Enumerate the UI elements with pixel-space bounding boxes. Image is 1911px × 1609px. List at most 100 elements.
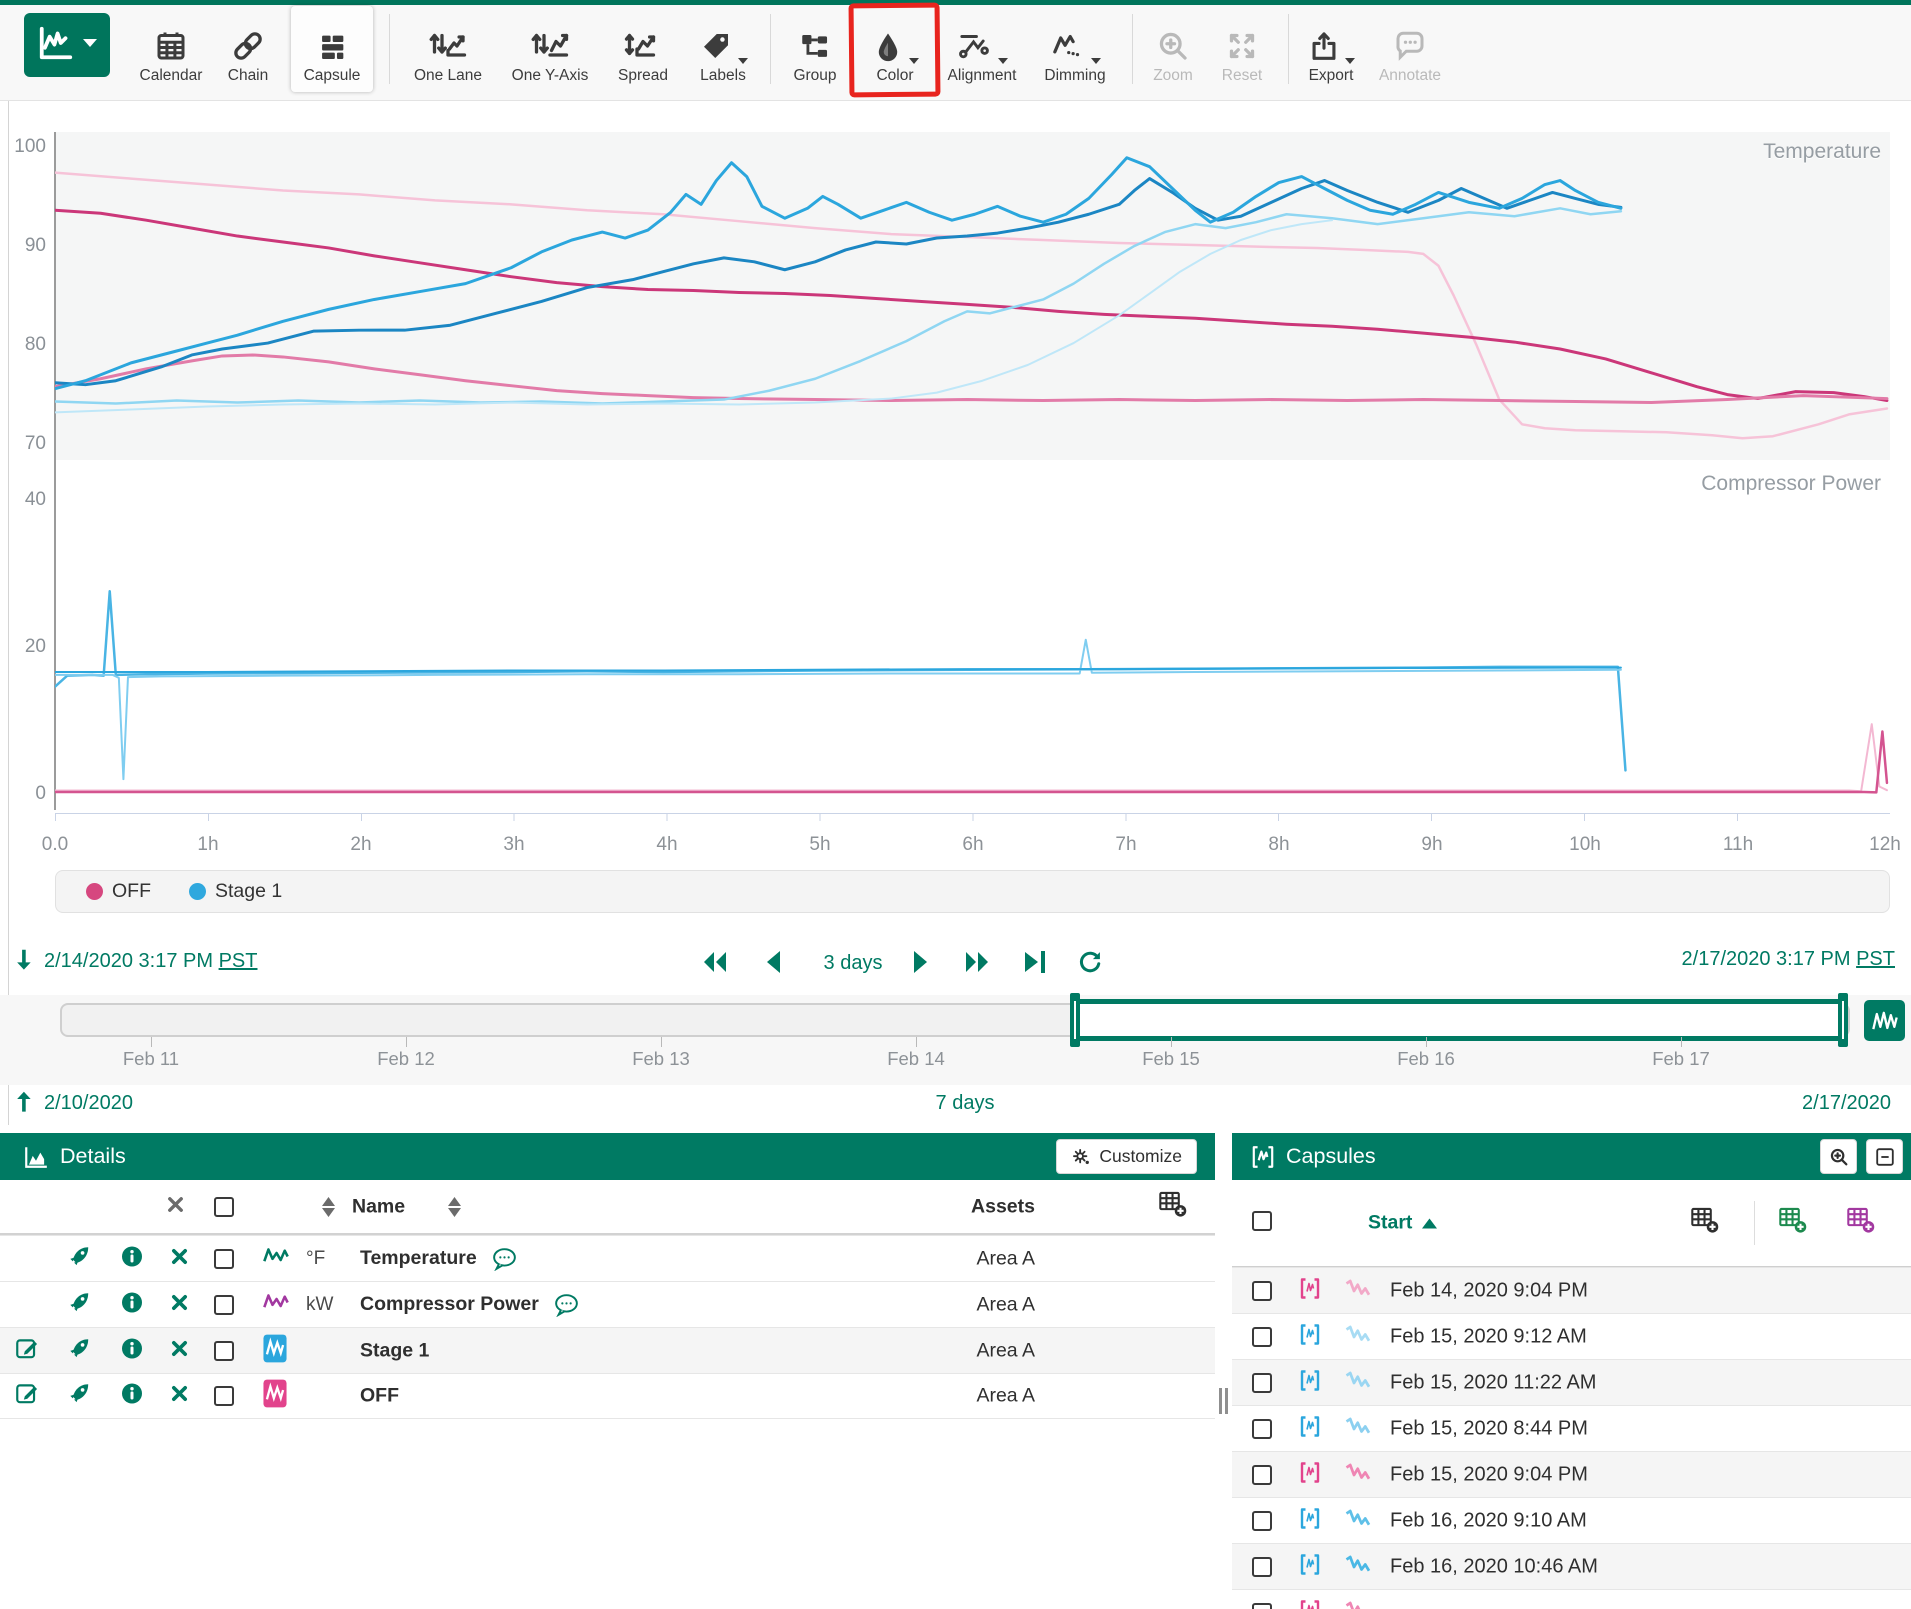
capsule-row[interactable]: Feb 15, 2020 11:22 AM bbox=[1232, 1359, 1911, 1405]
color-button[interactable]: Color bbox=[858, 6, 932, 92]
sort-icon[interactable] bbox=[448, 1197, 461, 1217]
investigate-end-link[interactable]: 2/17/2020 bbox=[1802, 1092, 1891, 1115]
export-button[interactable]: Export bbox=[1298, 6, 1364, 92]
rocket-icon[interactable] bbox=[66, 1289, 92, 1320]
details-row-off[interactable]: OFF Area A bbox=[0, 1373, 1215, 1419]
capsule-row[interactable]: Feb 15, 2020 9:12 AM bbox=[1232, 1313, 1911, 1359]
investigate-start-link[interactable]: 2/10/2020 bbox=[44, 1092, 133, 1115]
details-row-compressor-power[interactable]: kW Compressor Power Area A bbox=[0, 1281, 1215, 1327]
row-checkbox[interactable] bbox=[214, 1295, 234, 1315]
details-row-temperature[interactable]: °F Temperature Area A bbox=[0, 1235, 1215, 1281]
row-checkbox[interactable] bbox=[214, 1249, 234, 1269]
temperature-trend-chart[interactable] bbox=[55, 132, 1890, 460]
trend-chart-icon bbox=[36, 24, 76, 67]
info-icon[interactable] bbox=[120, 1244, 144, 1273]
info-icon[interactable] bbox=[120, 1382, 144, 1411]
step-forward-large-button[interactable] bbox=[962, 948, 992, 981]
alignment-button[interactable]: Alignment bbox=[938, 6, 1026, 92]
item-name-cell[interactable]: OFF bbox=[360, 1385, 399, 1408]
capsule-checkbox[interactable] bbox=[1252, 1511, 1272, 1531]
remove-icon[interactable] bbox=[170, 1339, 189, 1363]
capsule-brackets-icon bbox=[1298, 1597, 1322, 1609]
step-back-button[interactable] bbox=[764, 948, 782, 981]
capsule-row[interactable]: Feb 14, 2020 9:04 PM bbox=[1232, 1267, 1911, 1313]
add-properties-columns-icon[interactable] bbox=[1846, 1207, 1876, 1240]
range-start-link[interactable]: 2/14/2020 3:17 PM PST bbox=[44, 950, 257, 973]
spread-button[interactable]: Spread bbox=[606, 6, 680, 92]
group-button[interactable]: Group bbox=[782, 6, 848, 92]
select-all-capsules-checkbox[interactable] bbox=[1252, 1211, 1272, 1231]
legend-item-off[interactable]: OFF bbox=[86, 880, 151, 903]
capsules-zoom-button[interactable] bbox=[1820, 1139, 1857, 1174]
select-all-checkbox[interactable] bbox=[214, 1197, 234, 1217]
capsule-row[interactable]: Feb 16, 2020 10:46 AM bbox=[1232, 1543, 1911, 1589]
capsule-start-time: Feb 14, 2020 9:04 PM bbox=[1390, 1279, 1588, 1302]
panel-resize-handle[interactable] bbox=[1216, 1388, 1230, 1414]
row-checkbox[interactable] bbox=[214, 1386, 234, 1406]
remove-icon[interactable] bbox=[170, 1247, 189, 1271]
investigate-duration-label[interactable]: 7 days bbox=[905, 1092, 1025, 1115]
rocket-icon[interactable] bbox=[66, 1243, 92, 1274]
rocket-icon[interactable] bbox=[66, 1381, 92, 1412]
capsule-row[interactable]: Feb 16, 2020 9:10 AM bbox=[1232, 1497, 1911, 1543]
duration-label[interactable]: 3 days bbox=[805, 952, 901, 975]
customize-button[interactable]: Customize bbox=[1056, 1139, 1197, 1174]
capsule-checkbox[interactable] bbox=[1252, 1373, 1272, 1393]
info-icon[interactable] bbox=[120, 1290, 144, 1319]
selection-right-handle[interactable] bbox=[1838, 993, 1848, 1047]
edit-icon[interactable] bbox=[14, 1381, 40, 1412]
remove-all-icon[interactable] bbox=[166, 1195, 185, 1219]
remove-icon[interactable] bbox=[170, 1293, 189, 1317]
refresh-icon[interactable] bbox=[1076, 948, 1104, 981]
capsule-checkbox[interactable] bbox=[1252, 1327, 1272, 1347]
step-back-large-button[interactable] bbox=[700, 948, 730, 981]
calendar-button[interactable]: Calendar bbox=[133, 6, 209, 92]
comment-bubble-icon[interactable] bbox=[553, 1293, 580, 1317]
dimming-button[interactable]: Dimming bbox=[1032, 6, 1118, 92]
rocket-icon[interactable] bbox=[66, 1335, 92, 1366]
item-name-cell[interactable]: Compressor Power bbox=[360, 1293, 580, 1317]
edit-icon[interactable] bbox=[14, 1335, 40, 1366]
capsule-row[interactable] bbox=[1232, 1589, 1911, 1609]
name-column-header[interactable]: Name bbox=[352, 1195, 405, 1218]
range-end-link[interactable]: 2/17/2020 3:17 PM PST bbox=[1682, 948, 1895, 970]
capsule-checkbox[interactable] bbox=[1252, 1465, 1272, 1485]
timeline-selection[interactable] bbox=[1075, 999, 1845, 1041]
x-axis-line bbox=[55, 813, 1890, 821]
row-checkbox[interactable] bbox=[214, 1341, 234, 1361]
details-row-stage1[interactable]: Stage 1 Area A bbox=[0, 1327, 1215, 1373]
export-icon bbox=[1307, 22, 1355, 64]
comment-bubble-icon[interactable] bbox=[491, 1247, 518, 1271]
trend-view-button[interactable] bbox=[24, 13, 110, 77]
remove-icon[interactable] bbox=[170, 1384, 189, 1408]
capsule-checkbox[interactable] bbox=[1252, 1419, 1272, 1439]
one-lane-button[interactable]: One Lane bbox=[400, 6, 496, 92]
start-column-header[interactable]: Start bbox=[1368, 1212, 1437, 1235]
investigate-range-start: 2/10/2020 bbox=[14, 1090, 133, 1116]
capsule-checkbox[interactable] bbox=[1252, 1557, 1272, 1577]
capsule-button[interactable]: Capsule bbox=[291, 6, 373, 92]
add-stats-columns-icon[interactable] bbox=[1778, 1207, 1808, 1240]
assets-column-header[interactable]: Assets bbox=[971, 1195, 1035, 1218]
step-to-end-button[interactable] bbox=[1022, 948, 1048, 981]
step-forward-button[interactable] bbox=[912, 948, 930, 981]
info-icon[interactable] bbox=[120, 1336, 144, 1365]
capsule-row[interactable]: Feb 15, 2020 8:44 PM bbox=[1232, 1405, 1911, 1451]
signal-wave-icon bbox=[1344, 1505, 1374, 1536]
capsule-set-icon[interactable] bbox=[1864, 1000, 1905, 1041]
capsule-checkbox[interactable] bbox=[1252, 1281, 1272, 1301]
item-name-cell[interactable]: Stage 1 bbox=[360, 1339, 429, 1362]
customize-label: Customize bbox=[1099, 1146, 1182, 1167]
add-column-icon[interactable] bbox=[1158, 1190, 1188, 1223]
item-name-cell[interactable]: Temperature bbox=[360, 1247, 518, 1271]
add-column-icon[interactable] bbox=[1690, 1207, 1720, 1240]
sort-icon[interactable] bbox=[322, 1197, 335, 1217]
compressor-power-trend-chart[interactable] bbox=[55, 465, 1890, 810]
capsules-collapse-button[interactable] bbox=[1866, 1139, 1903, 1174]
legend-item-stage1[interactable]: Stage 1 bbox=[189, 880, 282, 903]
one-y-axis-button[interactable]: One Y-Axis bbox=[502, 6, 598, 92]
labels-button[interactable]: Labels bbox=[686, 6, 760, 92]
chain-button[interactable]: Chain bbox=[217, 6, 279, 92]
capsule-row[interactable]: Feb 15, 2020 9:04 PM bbox=[1232, 1451, 1911, 1497]
capsule-checkbox[interactable] bbox=[1252, 1603, 1272, 1609]
